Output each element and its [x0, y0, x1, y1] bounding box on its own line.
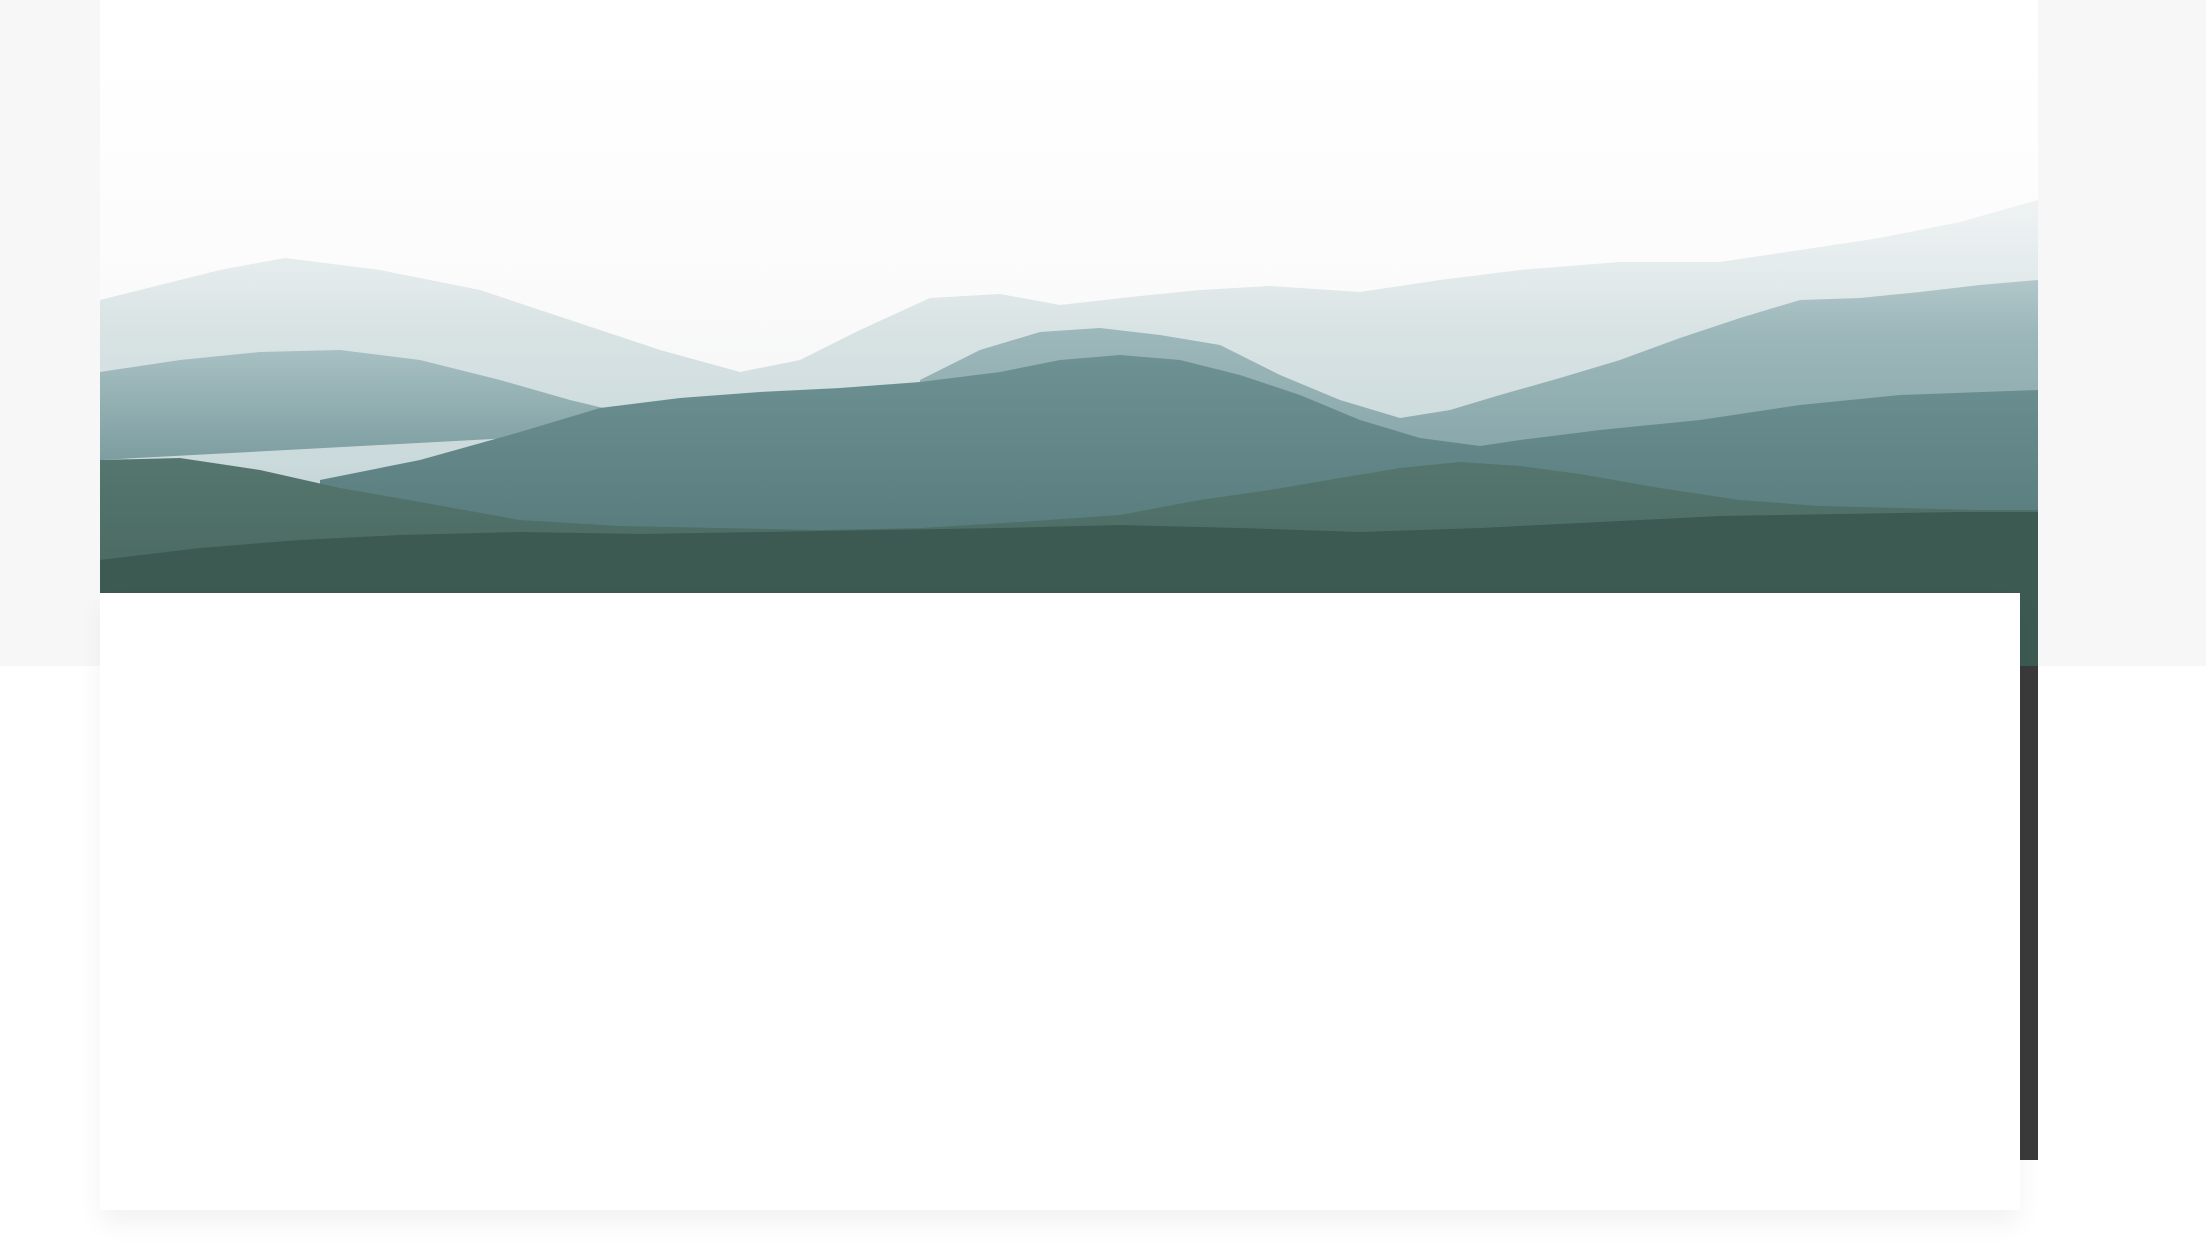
page — [0, 0, 2206, 1247]
content-card — [100, 593, 2020, 1210]
header-card — [100, 0, 2020, 60]
scrollbar-track[interactable] — [2020, 666, 2038, 1160]
